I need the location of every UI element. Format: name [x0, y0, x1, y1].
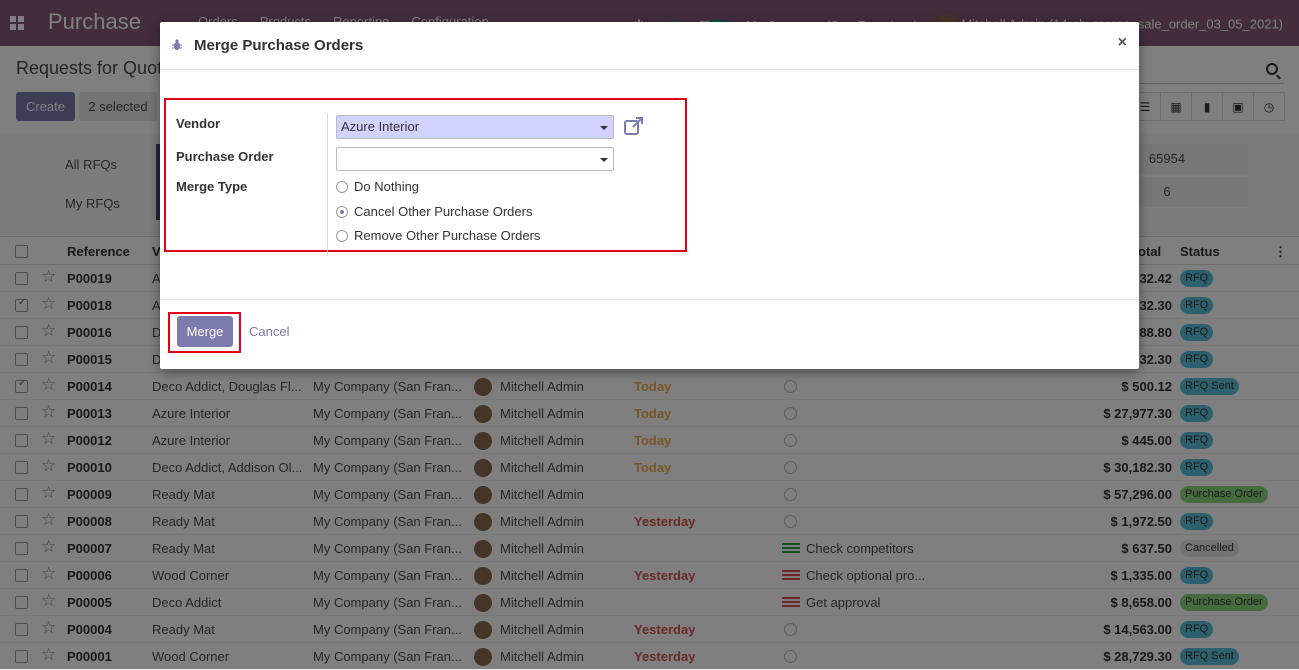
radio-cancel-other[interactable]: Cancel Other Purchase Orders — [336, 204, 532, 219]
modal-title: Merge Purchase Orders — [194, 37, 364, 54]
purchase-order-select[interactable] — [336, 147, 614, 171]
radio-button[interactable] — [336, 229, 348, 242]
radio-do-nothing[interactable]: Do Nothing — [336, 179, 419, 194]
external-link-icon[interactable] — [624, 117, 644, 135]
radio-label: Cancel Other Purchase Orders — [354, 204, 533, 219]
radio-button[interactable] — [336, 180, 348, 193]
merge-type-label: Merge Type — [176, 179, 248, 194]
cancel-button[interactable]: Cancel — [249, 324, 289, 339]
chevron-down-icon[interactable] — [600, 126, 608, 130]
vendor-select[interactable]: Azure Interior — [336, 115, 614, 139]
modal-header: Merge Purchase Orders × — [160, 22, 1139, 70]
merge-button[interactable]: Merge — [177, 316, 233, 347]
vendor-value: Azure Interior — [341, 119, 420, 134]
radio-remove-other[interactable]: Remove Other Purchase Orders — [336, 228, 540, 243]
vendor-label: Vendor — [176, 116, 221, 131]
radio-label: Remove Other Purchase Orders — [354, 228, 541, 243]
chevron-down-icon[interactable] — [600, 158, 608, 162]
label-divider — [327, 113, 328, 256]
bug-icon — [172, 39, 182, 50]
merge-purchase-orders-dialog: Merge Purchase Orders × Vendor Azure Int… — [160, 22, 1139, 369]
radio-button[interactable] — [336, 205, 348, 218]
purchase-order-label: Purchase Order — [176, 149, 274, 164]
close-icon[interactable]: × — [1118, 34, 1127, 52]
radio-label: Do Nothing — [354, 179, 420, 194]
modal-footer — [160, 299, 1139, 369]
